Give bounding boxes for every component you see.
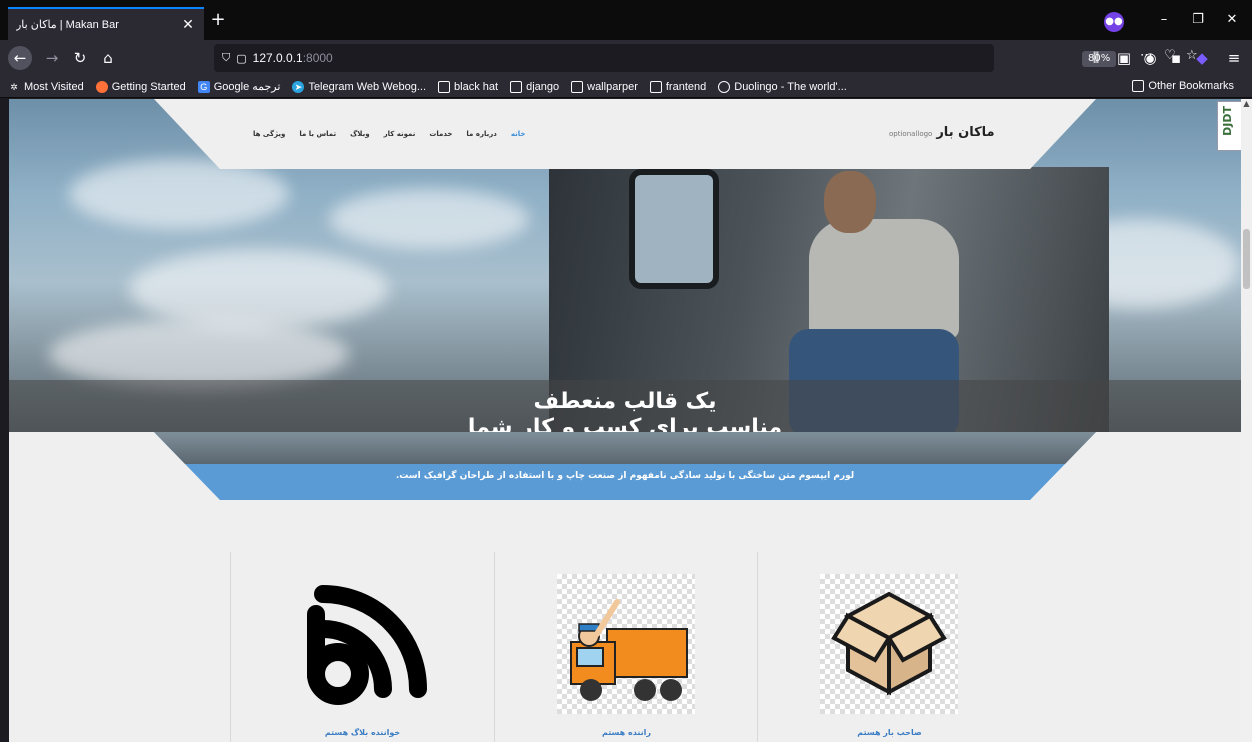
hero-ribbon xyxy=(154,432,1096,500)
cloud xyxy=(49,319,349,389)
bookmark-folder[interactable]: black hat xyxy=(438,80,499,93)
bookmark-label: Most Visited xyxy=(24,80,84,93)
logo-subtitle: optionallogo xyxy=(889,130,933,138)
box-icon xyxy=(820,574,958,714)
card-label[interactable]: راننده هستم xyxy=(495,728,758,737)
globe-icon xyxy=(718,80,731,93)
main-menu: ویژگی ها تماس با ما وبلاگ نمونه کار خدما… xyxy=(239,130,525,138)
hero-title: یک قالب منعطف مناسب برای کسب و کار شما xyxy=(9,389,1241,432)
translate-icon: G xyxy=(197,80,210,93)
bookmark-label: Other Bookmarks xyxy=(1148,80,1234,92)
folder-icon xyxy=(438,80,451,93)
tab-title: ماکان بار | Makan Bar xyxy=(16,19,119,31)
menu-item-features[interactable]: ویژگی ها xyxy=(253,130,285,138)
sidebar-icon[interactable]: ▣ xyxy=(1112,46,1136,70)
ribbon-text: لورم ایپسوم متن ساختگی با تولید سادگی نا… xyxy=(395,471,855,481)
menu-item-blog[interactable]: وبلاگ xyxy=(350,130,369,138)
cloud xyxy=(329,189,529,249)
url-bar[interactable]: ⛉ ▢ 127.0.0.1:8000 80% ⋯ ♡ ☆ xyxy=(214,44,1198,72)
folder-icon xyxy=(1132,80,1145,92)
page-viewport: یک قالب منعطف مناسب برای کسب و کار شما o… xyxy=(9,99,1241,742)
url-text[interactable]: 127.0.0.1:8000 xyxy=(253,51,333,65)
truck-driver-icon xyxy=(557,574,695,714)
bookmark-label: django xyxy=(526,80,560,93)
forward-icon[interactable]: → xyxy=(40,46,64,70)
site-logo[interactable]: optionallogo ماکان بار xyxy=(889,125,995,140)
folder-icon xyxy=(571,80,584,93)
card-blog-reader[interactable]: خواننده بلاگ هستم xyxy=(231,552,494,742)
url-port: :8000 xyxy=(302,51,333,65)
bookmark-item[interactable]: Duolingo - The world'... xyxy=(718,80,847,93)
menu-icon[interactable]: ≡ xyxy=(1222,46,1246,70)
card-label[interactable]: صاحب بار هستم xyxy=(758,728,1021,737)
other-bookmarks[interactable]: Other Bookmarks xyxy=(1132,80,1234,92)
menu-item-about[interactable]: درباره ما xyxy=(466,130,496,138)
back-icon[interactable]: ← xyxy=(8,46,32,70)
shield-icon[interactable]: ⛉ xyxy=(222,51,230,65)
bookmark-label: frantend xyxy=(665,80,707,93)
bookmark-folder[interactable]: django xyxy=(510,80,560,93)
card-cargo-owner[interactable]: صاحب بار هستم xyxy=(758,552,1021,742)
page-icon: ▢ xyxy=(236,51,247,65)
bookmark-folder[interactable]: frantend xyxy=(649,80,707,93)
blogger-icon xyxy=(307,585,427,705)
library-icon[interactable]: ⫴ xyxy=(1084,46,1108,70)
driver-shirt xyxy=(809,219,959,339)
djdt-label: DJDT xyxy=(1221,106,1234,136)
url-host: 127.0.0.1 xyxy=(252,51,303,65)
menu-item-services[interactable]: خدمات xyxy=(429,130,452,138)
telegram-icon: ➤ xyxy=(292,80,305,93)
logo-title: ماکان بار xyxy=(936,125,995,140)
active-tab[interactable]: ماکان بار | Makan Bar ✕ xyxy=(8,7,204,40)
cloud xyxy=(129,249,389,329)
firefox-icon xyxy=(95,80,108,93)
minimize-icon[interactable]: – xyxy=(1152,9,1176,31)
menu-item-contact[interactable]: تماس با ما xyxy=(299,130,336,138)
restore-icon[interactable]: ❐ xyxy=(1186,9,1210,31)
bookmark-label: Duolingo - The world'... xyxy=(734,80,847,93)
bookmark-label: Getting Started xyxy=(111,80,186,93)
folder-icon xyxy=(649,80,662,93)
ribbon-photo-strip xyxy=(154,432,1096,464)
scroll-thumb[interactable] xyxy=(1243,229,1250,289)
bookmark-item[interactable]: ✲ Most Visited xyxy=(8,81,84,93)
bookmark-label: Telegram Web Webog... xyxy=(308,80,427,93)
extension-icon[interactable]: ▪ xyxy=(1164,46,1188,70)
bookmark-label: wallparper xyxy=(587,80,638,93)
page-scrollbar[interactable]: ▲ xyxy=(1241,99,1252,742)
bookmark-label: black hat xyxy=(454,80,499,93)
tab-close-icon[interactable]: ✕ xyxy=(180,17,196,33)
bookmark-label: Google ترجمه xyxy=(213,81,281,93)
gear-icon: ✲ xyxy=(10,81,18,92)
django-debug-toolbar-handle[interactable]: DJDT xyxy=(1217,101,1241,151)
bookmark-item[interactable]: Getting Started xyxy=(95,80,186,93)
bookmark-folder[interactable]: wallparper xyxy=(571,80,638,93)
bookmarks-toolbar: ✲ Most Visited Getting Started G Google تر… xyxy=(0,76,1252,98)
bookmark-item[interactable]: ➤ Telegram Web Webog... xyxy=(292,80,427,93)
card-label[interactable]: خواننده بلاگ هستم xyxy=(231,728,494,737)
navigation-toolbar: ← → ↻ ⌂ ⛉ ▢ 127.0.0.1:8000 80% ⋯ ♡ ☆ ⫴ ▣… xyxy=(0,40,1252,76)
browser-window: ماکان بار | Makan Bar ✕ + ●● – ❐ ✕ ← → ↻… xyxy=(0,0,1252,742)
tab-strip: ماکان بار | Makan Bar ✕ + ●● – ❐ ✕ xyxy=(0,0,1252,40)
new-tab-icon[interactable]: + xyxy=(208,11,228,29)
hero-line-1: یک قالب منعطف xyxy=(533,389,717,414)
reload-icon[interactable]: ↻ xyxy=(68,46,92,70)
account-icon[interactable]: ◉ xyxy=(1138,46,1162,70)
card-driver[interactable]: راننده هستم xyxy=(495,552,758,742)
private-mask-icon[interactable]: ●● xyxy=(1104,12,1124,32)
truck-window xyxy=(629,169,719,289)
folder-icon xyxy=(510,80,523,93)
bookmark-item[interactable]: G Google ترجمه xyxy=(197,80,281,93)
extension-gem-icon[interactable]: ◆ xyxy=(1190,46,1214,70)
driver-head xyxy=(824,171,876,233)
menu-item-home[interactable]: خانه xyxy=(511,130,526,138)
close-window-icon[interactable]: ✕ xyxy=(1220,9,1244,31)
hero-line-2: مناسب برای کسب و کار شما xyxy=(467,415,783,432)
menu-item-portfolio[interactable]: نمونه کار xyxy=(384,130,416,138)
home-icon[interactable]: ⌂ xyxy=(96,46,120,70)
scroll-up-icon[interactable]: ▲ xyxy=(1241,99,1252,111)
cloud xyxy=(69,159,289,229)
